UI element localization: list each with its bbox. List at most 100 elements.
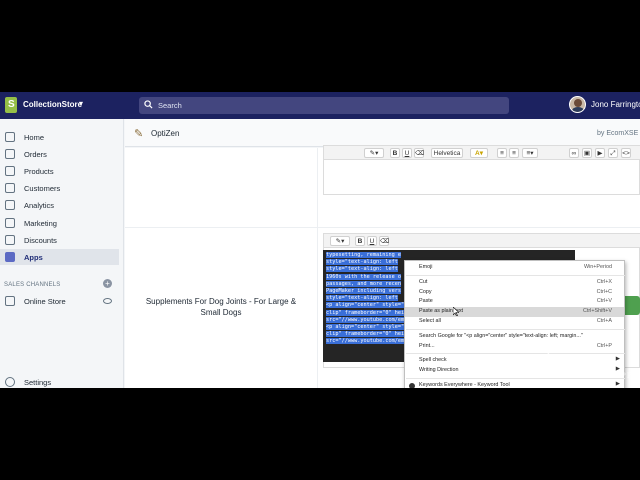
menu-item-shortcut: Win+Period <box>583 264 612 270</box>
sidebar-item-analytics[interactable]: Analytics <box>0 197 119 213</box>
sidebar-item-marketing[interactable]: Marketing <box>0 215 119 231</box>
menu-item-shortcut: Ctrl+A <box>596 318 612 324</box>
menu-item-emoji[interactable]: Emoji Win+Period <box>405 263 624 273</box>
avatar[interactable] <box>569 96 586 113</box>
menu-item-label: Emoji <box>419 264 433 270</box>
underline-button[interactable]: U <box>367 236 377 246</box>
person-icon <box>5 183 15 194</box>
menu-item-label: Spell check <box>419 357 447 364</box>
sidebar-item-label: Discounts <box>24 235 57 245</box>
sidebar-item-orders[interactable]: Orders <box>0 146 119 162</box>
eraser-button[interactable]: ⌫ <box>379 236 389 246</box>
numbered-list-button[interactable]: ≡ <box>509 148 519 158</box>
sidebar-item-settings[interactable]: Settings <box>0 374 119 388</box>
bold-button[interactable]: B <box>355 236 365 246</box>
code-line: PageMaker including vers <box>326 288 401 295</box>
menu-item-copy[interactable]: Copy Ctrl+C <box>405 288 624 298</box>
sidebar-item-label: Orders <box>24 150 47 160</box>
video-button[interactable]: ▶ <box>595 148 605 158</box>
watermark-text: Icecream <box>545 350 612 366</box>
column-divider <box>317 148 318 388</box>
search-icon <box>144 100 153 109</box>
store-icon <box>5 296 15 306</box>
menu-item-search-google-for-p-align-cent[interactable]: Search Google for "<p align="center" sty… <box>405 332 624 342</box>
link-button[interactable]: ∞ <box>569 148 579 158</box>
magic-wand-button[interactable]: ✎▾ <box>364 148 384 158</box>
watermark-sub: APPS <box>615 372 639 380</box>
code-line: 1960s with the release o <box>326 273 401 280</box>
menu-item-label: Copy <box>419 288 432 295</box>
menu-item-paste-as-plain-text[interactable]: Paste as plain text Ctrl+Shift+V <box>405 307 624 317</box>
sidebar-item-products[interactable]: Products <box>0 163 119 179</box>
font-select[interactable]: Helvetica <box>431 148 463 158</box>
menu-item-shortcut: Ctrl+C <box>596 288 612 295</box>
sidebar-item-label: Settings <box>24 378 52 387</box>
sidebar-item-online-store[interactable]: Online Store <box>0 293 119 309</box>
product-name: Supplements For Dog Joints - For Large &… <box>145 297 297 317</box>
bullet-list-button[interactable]: ≡ <box>497 148 507 158</box>
menu-item-label: Paste <box>419 298 433 305</box>
gear-icon <box>5 377 15 387</box>
sidebar-item-label: Marketing <box>24 218 57 228</box>
code-line: passages, and more recen <box>326 280 401 287</box>
sidebar-item-apps[interactable]: Apps <box>0 248 119 265</box>
code-line: typesetting, remaining e <box>326 252 401 258</box>
bold-button[interactable]: B <box>390 148 400 158</box>
apps-icon <box>5 251 15 262</box>
sidebar-item-label: Online Store <box>24 297 66 306</box>
menu-item-shortcut: Ctrl+Shift+V <box>582 308 612 315</box>
code-view-button[interactable]: <> <box>621 148 631 158</box>
menu-item-paste[interactable]: Paste Ctrl+V <box>405 297 624 307</box>
menu-item-label: Keywords Everywhere - Keyword Tool <box>419 382 510 388</box>
sidebar-item-discounts[interactable]: Discounts <box>0 232 119 248</box>
discount-icon <box>5 234 15 245</box>
menu-item-shortcut: Ctrl+V <box>596 298 612 305</box>
app-header: ✎ OptiZen by EcomXSE <box>125 119 640 147</box>
tag-icon <box>5 166 15 177</box>
bar-chart-icon <box>5 200 15 211</box>
eraser-button[interactable]: ⌫ <box>414 148 424 158</box>
underline-button[interactable]: U <box>402 148 412 158</box>
sidebar-item-label: Analytics <box>24 201 55 211</box>
menu-separator <box>406 274 625 276</box>
browser-viewport: S CollectionStore ▾ Search Jono Farringt… <box>0 92 640 388</box>
eye-icon[interactable] <box>103 298 112 304</box>
row-divider <box>125 227 640 228</box>
menu-item-label: Cut <box>419 278 428 285</box>
shopify-logo-icon[interactable]: S <box>5 97 17 113</box>
menu-item-label: Search Google for "<p align="center" sty… <box>419 332 583 339</box>
chevron-down-icon[interactable]: ▾ <box>79 99 83 108</box>
menu-item-cut[interactable]: Cut Ctrl+X <box>405 278 624 288</box>
magic-wand-button[interactable]: ✎▾ <box>330 236 350 246</box>
app-author[interactable]: by EcomXSE <box>597 130 638 137</box>
search-placeholder: Search <box>158 101 182 110</box>
editor-toolbar: ✎▾ B U ⌫ <box>324 234 640 248</box>
text-color-button[interactable]: A▾ <box>470 148 488 158</box>
sales-channels-label: SALES CHANNELS <box>4 282 61 288</box>
keywords-everywhere-icon <box>409 383 415 388</box>
menu-item-shortcut: Ctrl+P <box>596 342 612 349</box>
sidebar-item-label: Customers <box>24 184 61 194</box>
search-input[interactable]: Search <box>139 97 509 114</box>
optizen-logo-icon: ✎ <box>134 128 144 140</box>
fullscreen-button[interactable]: ⤢ <box>608 148 618 158</box>
submenu-arrow-icon: ▶ <box>615 381 620 387</box>
menu-item-label: Writing Direction <box>419 367 459 374</box>
sidebar-item-customers[interactable]: Customers <box>0 180 119 196</box>
sidebar: Home Orders Products Customers Analytics Mark… <box>0 119 124 388</box>
align-button[interactable]: ≡▾ <box>522 148 538 158</box>
code-line: style="text-align: left <box>326 295 398 302</box>
user-name[interactable]: Jono Farrington <box>591 100 640 109</box>
menu-item-select-all[interactable]: Select all Ctrl+A <box>405 317 624 327</box>
top-bar: S CollectionStore ▾ Search Jono Farringt… <box>0 92 640 119</box>
menu-item-label: Select all <box>419 318 441 324</box>
sidebar-item-home[interactable]: Home <box>0 129 119 145</box>
mouse-cursor-icon <box>453 307 459 316</box>
store-name[interactable]: CollectionStore <box>23 100 82 109</box>
app-title: OptiZen <box>151 129 180 138</box>
home-icon <box>5 132 15 142</box>
add-channel-icon[interactable]: + <box>103 279 112 288</box>
image-button[interactable]: ▣ <box>582 148 592 158</box>
description-editor-1[interactable]: ✎▾ B U ⌫ Helvetica A▾ ≡ ≡ ≡▾ ∞ ▣ ▶ ⤢ <> <box>323 145 640 195</box>
menu-item-keywords-everywhere-keyword-to[interactable]: Keywords Everywhere - Keyword Tool ▶ <box>405 381 624 388</box>
